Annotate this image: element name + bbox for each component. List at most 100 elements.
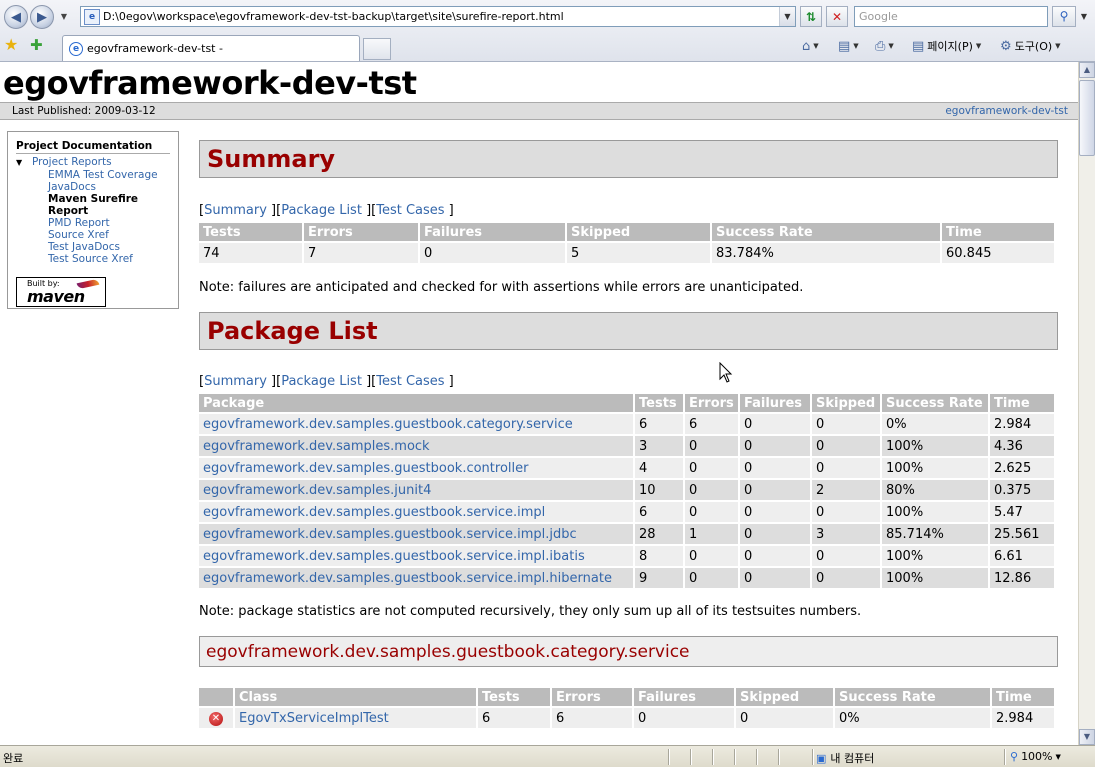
- nav-item-test-source-xref[interactable]: Test Source Xref: [48, 253, 170, 265]
- cell: 0: [685, 546, 738, 566]
- status-divider: [734, 749, 736, 765]
- link-summary[interactable]: Summary: [204, 374, 267, 389]
- cell: 0: [420, 243, 565, 263]
- status-divider: [812, 749, 814, 765]
- address-dropdown-icon[interactable]: ▼: [779, 7, 795, 26]
- vertical-scrollbar[interactable]: ▲ ▼: [1078, 62, 1095, 745]
- forward-button[interactable]: ▶: [30, 5, 54, 29]
- cell: 100%: [882, 502, 988, 522]
- search-dropdown-icon[interactable]: ▼: [1077, 6, 1091, 27]
- cell: 0.375: [990, 480, 1054, 500]
- cell: 100%: [882, 546, 988, 566]
- table-row: ✕ EgovTxServiceImplTest 6 6 0 0 0% 2.984: [199, 708, 1054, 728]
- cell: 28: [635, 524, 683, 544]
- cell: 0%: [835, 708, 990, 728]
- breadcrumb-project-link[interactable]: egovframework-dev-tst: [945, 103, 1068, 119]
- address-bar[interactable]: e D:\0egov\workspace\egovframework-dev-t…: [80, 6, 796, 27]
- table-row: egovframework.dev.samples.guestbook.serv…: [199, 502, 1054, 522]
- refresh-button[interactable]: ⇅: [800, 6, 822, 27]
- status-divider: [1004, 749, 1006, 765]
- history-dropdown-icon[interactable]: ▼: [58, 11, 70, 23]
- cell: 12.86: [990, 568, 1054, 588]
- package-link[interactable]: egovframework.dev.samples.mock: [199, 436, 633, 456]
- site-title: egovframework-dev-tst: [3, 64, 417, 102]
- printer-icon: ⎙: [875, 38, 886, 54]
- built-by-maven-logo[interactable]: Built by: maven: [16, 277, 106, 307]
- nav-item-source-xref[interactable]: Source Xref: [48, 229, 170, 241]
- status-divider: [712, 749, 714, 765]
- nav-project-reports[interactable]: ▼ Project Reports: [16, 156, 170, 169]
- cell: 10: [635, 480, 683, 500]
- status-divider: [690, 749, 692, 765]
- print-dropdown-icon: ▼: [888, 42, 894, 50]
- cell: 3: [635, 436, 683, 456]
- link-package-list[interactable]: Package List: [281, 374, 362, 389]
- section-links: [Summary ][Package List ][Test Cases ]: [199, 203, 454, 218]
- table-row: egovframework.dev.samples.mock 3 0 0 0 1…: [199, 436, 1054, 456]
- col-header: Success Rate: [835, 688, 990, 706]
- cell: 25.561: [990, 524, 1054, 544]
- col-header: Success Rate: [712, 223, 940, 241]
- nav-item-surefire: Maven Surefire Report: [48, 193, 139, 217]
- summary-note: Note: failures are anticipated and check…: [199, 280, 804, 295]
- package-link[interactable]: egovframework.dev.samples.guestbook.cont…: [199, 458, 633, 478]
- nav-item-test-javadocs[interactable]: Test JavaDocs: [48, 241, 170, 253]
- nav-item-javadocs[interactable]: JavaDocs: [48, 181, 170, 193]
- package-link[interactable]: egovframework.dev.samples.guestbook.serv…: [199, 524, 633, 544]
- zoom-dropdown-icon: ▼: [1055, 752, 1061, 761]
- package-link[interactable]: egovframework.dev.samples.guestbook.serv…: [199, 546, 633, 566]
- package-link[interactable]: egovframework.dev.samples.guestbook.serv…: [199, 568, 633, 588]
- link-test-cases[interactable]: Test Cases: [376, 374, 444, 389]
- security-zone[interactable]: ▣ 내 컴퓨터: [816, 750, 874, 766]
- forward-arrow-icon: ▶: [37, 9, 47, 25]
- feeds-button[interactable]: ▤ ▼: [838, 37, 859, 55]
- back-arrow-icon: ◀: [11, 9, 21, 25]
- summary-row: 74 7 0 5 83.784% 60.845: [199, 243, 1054, 263]
- favorites-star-icon[interactable]: ★: [4, 37, 18, 53]
- print-button[interactable]: ⎙ ▼: [875, 37, 894, 55]
- table-row: egovframework.dev.samples.guestbook.serv…: [199, 524, 1054, 544]
- class-table: Class Tests Errors Failures Skipped Succ…: [197, 686, 1056, 730]
- scroll-down-icon[interactable]: ▼: [1079, 729, 1095, 745]
- nav-item-pmd[interactable]: PMD Report: [48, 217, 170, 229]
- link-test-cases[interactable]: Test Cases: [376, 203, 444, 218]
- search-icon: ⚲: [1059, 9, 1069, 23]
- scroll-up-icon[interactable]: ▲: [1079, 62, 1095, 78]
- cell: 4: [635, 458, 683, 478]
- page-menu[interactable]: ▤ 페이지(P) ▼: [912, 37, 981, 55]
- browser-tab[interactable]: e egovframework-dev-tst -: [62, 35, 360, 61]
- zone-label: 내 컴퓨터: [830, 752, 875, 765]
- zoom-icon: ⚲: [1010, 750, 1019, 763]
- link-summary[interactable]: Summary: [204, 203, 267, 218]
- table-row: egovframework.dev.samples.guestbook.cont…: [199, 458, 1054, 478]
- scrollbar-thumb[interactable]: [1079, 80, 1095, 156]
- cell: 6.61: [990, 546, 1054, 566]
- package-list-heading: Package List: [199, 312, 1058, 350]
- tools-menu[interactable]: ⚙ 도구(O) ▼: [1000, 37, 1061, 55]
- nav-item-emma[interactable]: EMMA Test Coverage: [48, 169, 170, 181]
- add-favorite-icon[interactable]: ✚: [30, 37, 43, 53]
- expanded-triangle-icon: ▼: [16, 158, 23, 167]
- rss-icon: ▤: [838, 38, 851, 54]
- stop-button[interactable]: ✕: [826, 6, 848, 27]
- zoom-control[interactable]: ⚲ 100% ▼: [1010, 750, 1061, 763]
- search-button[interactable]: ⚲: [1052, 6, 1076, 27]
- package-link[interactable]: egovframework.dev.samples.guestbook.serv…: [199, 502, 633, 522]
- table-row: egovframework.dev.samples.guestbook.serv…: [199, 568, 1054, 588]
- class-link[interactable]: EgovTxServiceImplTest: [235, 708, 476, 728]
- back-button[interactable]: ◀: [4, 5, 28, 29]
- computer-icon: ▣: [816, 751, 827, 765]
- col-header: Class: [235, 688, 476, 706]
- status-bar: 완료 ▣ 내 컴퓨터 ⚲ 100% ▼: [0, 745, 1095, 767]
- home-button[interactable]: ⌂ ▼: [802, 37, 819, 55]
- link-package-list[interactable]: Package List: [281, 203, 362, 218]
- col-header: Failures: [420, 223, 565, 241]
- new-tab-button[interactable]: [363, 38, 391, 60]
- search-input[interactable]: Google: [854, 6, 1048, 27]
- navigation-sidebar: Project Documentation ▼ Project Reports E…: [7, 131, 179, 309]
- col-header: Errors: [685, 394, 738, 412]
- package-link[interactable]: egovframework.dev.samples.junit4: [199, 480, 633, 500]
- package-link[interactable]: egovframework.dev.samples.guestbook.cate…: [199, 414, 633, 434]
- address-text[interactable]: D:\0egov\workspace\egovframework-dev-tst…: [103, 10, 779, 23]
- cell: 85.714%: [882, 524, 988, 544]
